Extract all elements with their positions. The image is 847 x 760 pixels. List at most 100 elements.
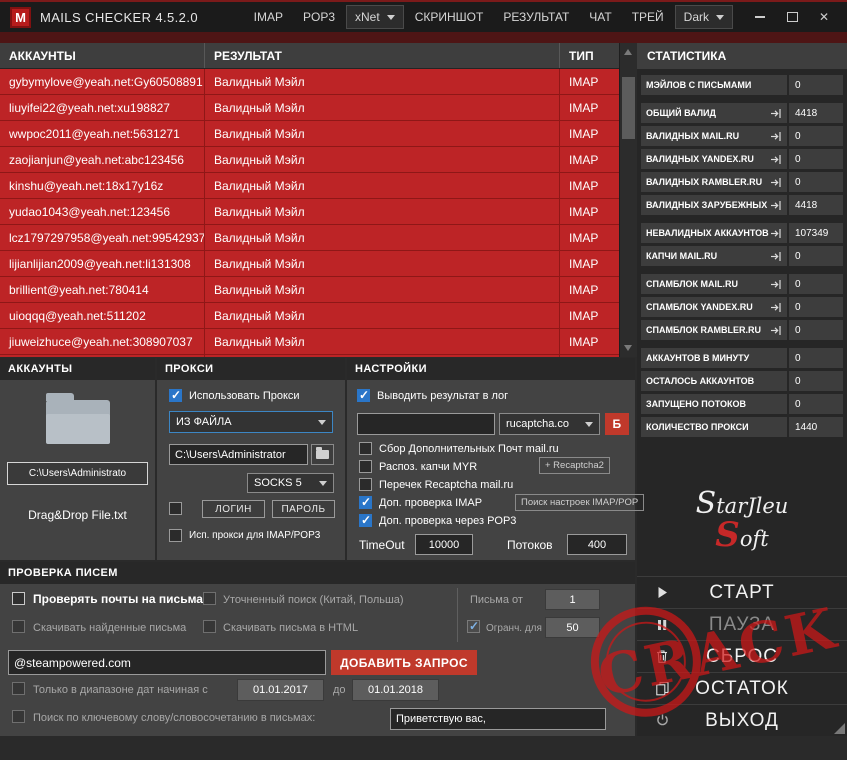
proxy-auth-checkbox[interactable] xyxy=(169,502,182,515)
export-icon[interactable] xyxy=(770,279,782,290)
pop3-limit-input[interactable]: 50 xyxy=(545,617,600,638)
timeout-input[interactable]: 10000 xyxy=(415,534,473,555)
minimize-button[interactable] xyxy=(747,6,773,28)
cell-result: Валидный Мэйл xyxy=(205,277,560,302)
use-proxy-checkbox[interactable] xyxy=(169,389,182,402)
table-row[interactable]: zaojianjun@yeah.net:abc123456 Валидный М… xyxy=(0,147,637,173)
stat-label: СПАМБЛОК RAMBLER.RU xyxy=(646,325,761,335)
log-output-checkbox[interactable] xyxy=(357,389,370,402)
table-row[interactable]: yudao1043@yeah.net:123456 Валидный Мэйл … xyxy=(0,199,637,225)
export-icon[interactable] xyxy=(770,325,782,336)
stat-value: 0 xyxy=(789,320,843,340)
download-found-checkbox[interactable] xyxy=(12,620,25,633)
menu-item-tray[interactable]: ТРЕЙ xyxy=(623,5,673,29)
menu-item-result[interactable]: РЕЗУЛЬТАТ xyxy=(494,5,578,29)
query-input[interactable]: @steampowered.com xyxy=(8,650,326,675)
column-header-type[interactable]: ТИП xyxy=(560,43,620,68)
resize-grip[interactable] xyxy=(834,723,845,734)
export-icon[interactable] xyxy=(770,302,782,313)
reset-button[interactable]: СБРОС xyxy=(637,640,847,672)
export-icon[interactable] xyxy=(770,131,782,142)
maximize-button[interactable] xyxy=(779,6,805,28)
browse-folder-button[interactable] xyxy=(311,444,334,465)
pause-button[interactable]: ПАУЗА xyxy=(637,608,847,640)
extra-imap-check-checkbox[interactable] xyxy=(359,496,372,509)
collect-extra-mails-label: Сбор Дополнительных Почт mail.ru xyxy=(379,442,559,456)
table-row[interactable]: gybymylove@yeah.net:Gy60508891 Валидный … xyxy=(0,69,637,95)
captcha-service-select[interactable]: rucaptcha.co xyxy=(499,413,600,435)
column-header-result[interactable]: РЕЗУЛЬТАТ xyxy=(205,43,560,68)
cell-result: Валидный Мэйл xyxy=(205,355,560,357)
table-row[interactable]: jiuweizhuce@yeah.net:308907037 Валидный … xyxy=(0,329,637,355)
table-row[interactable]: lijianlijian2009@yeah.net:li131308 Валид… xyxy=(0,251,637,277)
export-icon[interactable] xyxy=(770,154,782,165)
export-icon[interactable] xyxy=(770,177,782,188)
cell-type: IMAP xyxy=(560,225,620,250)
refined-search-checkbox[interactable] xyxy=(203,592,216,605)
remainder-button[interactable]: ОСТАТОК xyxy=(637,672,847,704)
table-scrollbar[interactable] xyxy=(619,43,637,357)
date-range-checkbox[interactable] xyxy=(12,682,25,695)
brand-line1: StarJleu xyxy=(637,488,847,520)
table-row[interactable]: ...@yeah.net:317 Валидный Мэйл IMAP xyxy=(0,355,637,357)
captcha-key-input[interactable] xyxy=(357,413,495,435)
folder-icon[interactable] xyxy=(46,400,110,444)
table-row[interactable]: lcz1797297958@yeah.net:995429374 Валидны… xyxy=(0,225,637,251)
pop3-limit-checkbox[interactable] xyxy=(467,620,480,633)
cell-type: IMAP xyxy=(560,173,620,198)
export-icon[interactable] xyxy=(770,108,782,119)
stat-value: 0 xyxy=(789,246,843,266)
exit-button[interactable]: ВЫХОД xyxy=(637,704,847,736)
threads-input[interactable]: 400 xyxy=(567,534,627,555)
table-row[interactable]: kinshu@yeah.net:18x17y16z Валидный Мэйл … xyxy=(0,173,637,199)
letters-from-label: Письма от xyxy=(470,593,523,607)
close-button[interactable] xyxy=(811,6,837,28)
table-row[interactable]: wwpoc2011@yeah.net:5631271 Валидный Мэйл… xyxy=(0,121,637,147)
start-button[interactable]: СТАРТ xyxy=(637,576,847,608)
keyword-search-checkbox[interactable] xyxy=(12,710,25,723)
scrollbar-thumb[interactable] xyxy=(622,77,635,139)
check-letters-checkbox[interactable] xyxy=(12,592,25,605)
recognize-captcha-checkbox[interactable] xyxy=(359,460,372,473)
extra-pop3-check-checkbox[interactable] xyxy=(359,514,372,527)
add-query-button[interactable]: ДОБАВИТЬ ЗАПРОС xyxy=(331,650,477,675)
date-to-input[interactable]: 01.01.2018 xyxy=(352,679,439,701)
proxy-path-input[interactable]: C:\Users\Administrator xyxy=(169,444,308,465)
stat-row: МЭЙЛОВ С ПИСЬМАМИ 0 xyxy=(641,75,843,95)
proxy-for-imap-checkbox[interactable] xyxy=(169,529,182,542)
balance-button[interactable]: Б xyxy=(605,413,629,435)
menu-item-pop3[interactable]: POP3 xyxy=(294,5,344,29)
table-row[interactable]: uioqqq@yeah.net:511202 Валидный Мэйл IMA… xyxy=(0,303,637,329)
stat-label: СПАМБЛОК YANDEX.RU xyxy=(646,302,753,312)
menu-item-imap[interactable]: IMAP xyxy=(245,5,292,29)
menu-item-xnet[interactable]: xNet xyxy=(346,5,404,29)
table-row[interactable]: brillient@yeah.net:780414 Валидный Мэйл … xyxy=(0,277,637,303)
export-icon[interactable] xyxy=(770,251,782,262)
stat-value: 0 xyxy=(789,75,843,95)
letters-check-panel: ПРОВЕРКА ПИСЕМ Проверять почты на письма… xyxy=(0,562,635,736)
export-icon[interactable] xyxy=(770,200,782,211)
stat-value: 4418 xyxy=(789,195,843,215)
proxy-source-select[interactable]: ИЗ ФАЙЛА xyxy=(169,411,333,433)
keyword-input[interactable]: Приветствую вас, xyxy=(390,708,606,730)
menu-item-screenshot[interactable]: СКРИНШОТ xyxy=(406,5,493,29)
recheck-recaptcha-checkbox[interactable] xyxy=(359,478,372,491)
scroll-up-icon[interactable] xyxy=(624,49,632,55)
accounts-path-button[interactable]: C:\Users\Administrato xyxy=(7,462,148,485)
collect-extra-mails-checkbox[interactable] xyxy=(359,442,372,455)
scroll-down-icon[interactable] xyxy=(624,345,632,351)
column-header-accounts[interactable]: АККАУНТЫ xyxy=(0,43,205,68)
proxy-type-select[interactable]: SOCKS 5 xyxy=(247,473,334,493)
download-html-checkbox[interactable] xyxy=(203,620,216,633)
date-to-label: до xyxy=(333,683,346,697)
export-icon[interactable] xyxy=(770,228,782,239)
table-row[interactable]: liuyifei22@yeah.net:xu198827 Валидный Мэ… xyxy=(0,95,637,121)
password-button[interactable]: ПАРОЛЬ xyxy=(272,500,335,518)
theme-select[interactable]: Dark xyxy=(675,5,733,29)
date-from-input[interactable]: 01.01.2017 xyxy=(237,679,324,701)
letters-from-input[interactable]: 1 xyxy=(545,589,600,610)
menu-item-chat[interactable]: ЧАТ xyxy=(580,5,620,29)
stat-value: 0 xyxy=(789,348,843,368)
login-button[interactable]: ЛОГИН xyxy=(202,500,265,518)
cell-account: wwpoc2011@yeah.net:5631271 xyxy=(0,121,205,146)
